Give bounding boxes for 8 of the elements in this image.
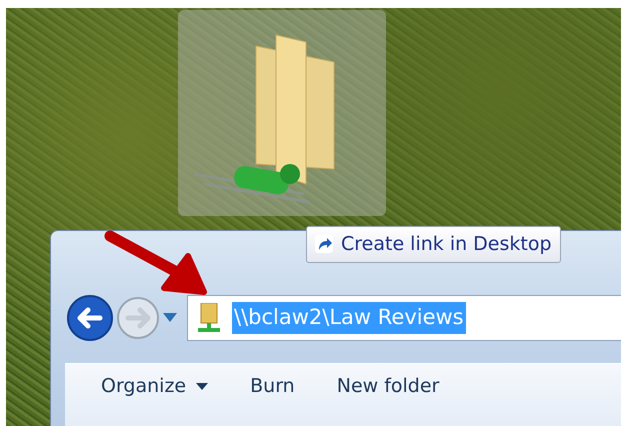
toolbar-button[interactable]: Organize	[87, 368, 222, 405]
network-folder-icon	[198, 303, 220, 333]
toolbar-button[interactable]: New folder	[322, 368, 454, 405]
tooltip-text: Create link in Desktop	[341, 232, 552, 257]
toolbar-button[interactable]: Burn	[236, 368, 309, 405]
back-button[interactable]	[67, 295, 113, 341]
recent-pages-dropdown[interactable]	[163, 313, 177, 323]
address-path: \\bclaw2\Law Reviews	[232, 302, 466, 334]
